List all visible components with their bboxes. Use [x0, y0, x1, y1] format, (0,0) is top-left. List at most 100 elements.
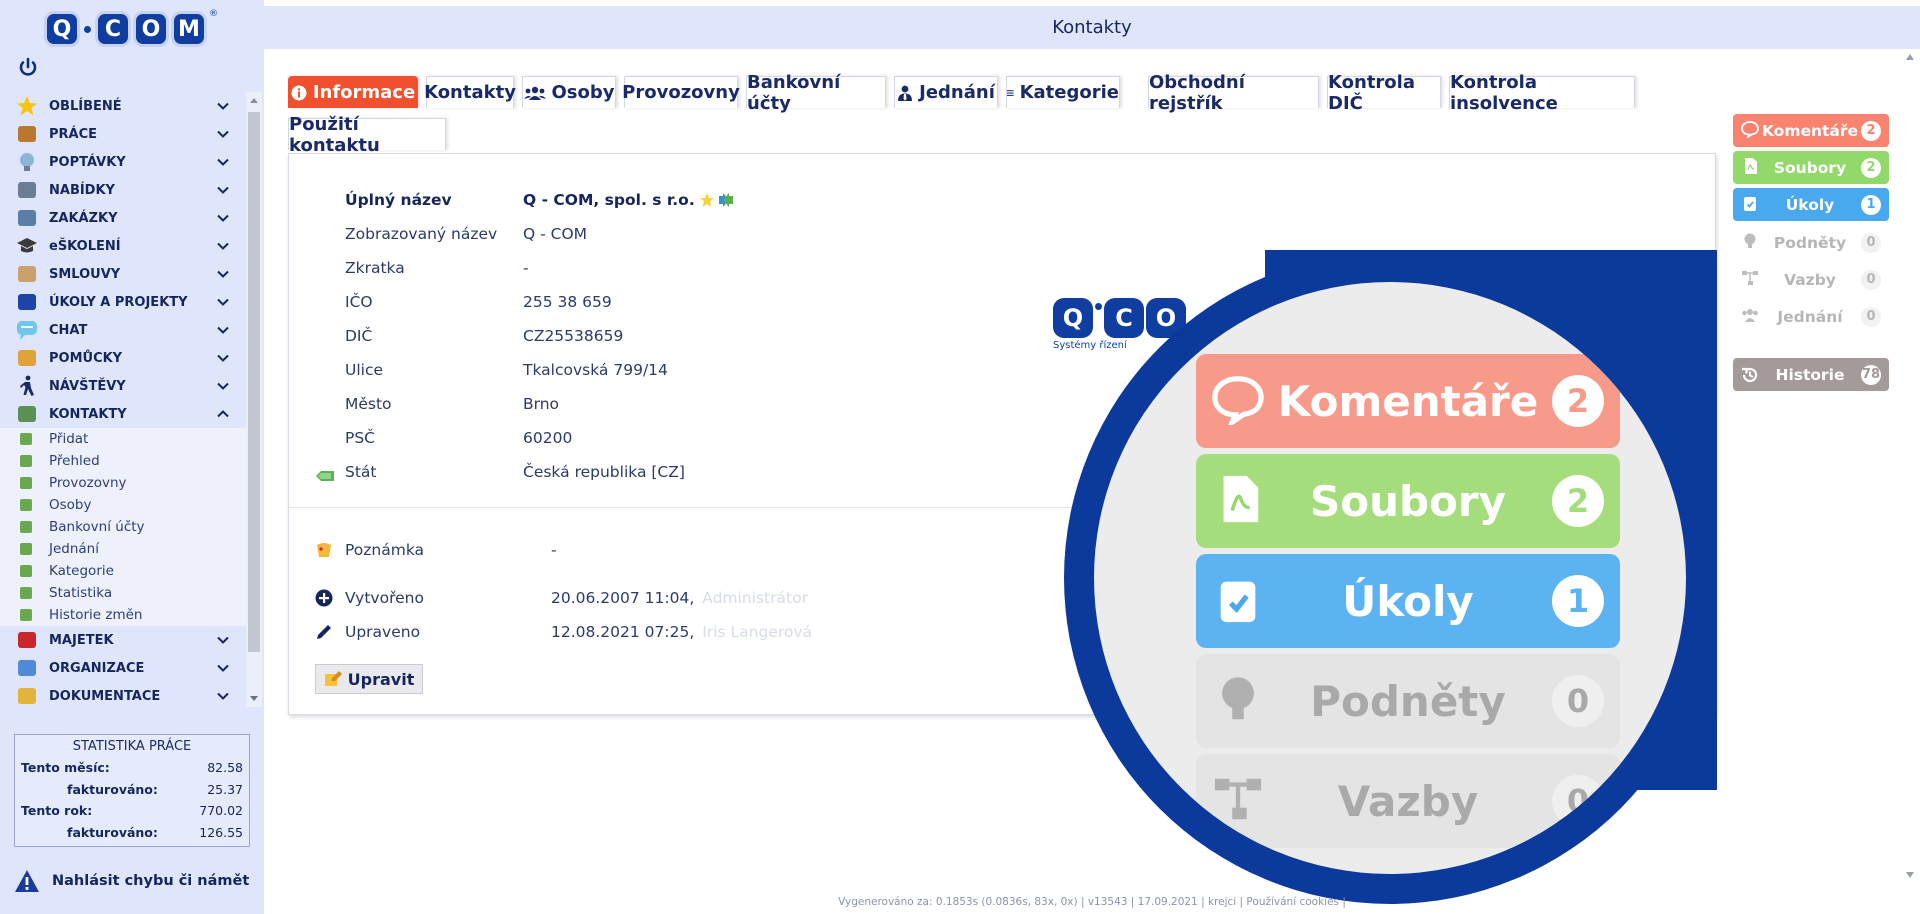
sidebar-item-label: CHAT: [49, 322, 88, 338]
field-row: Zobrazovaný název Q - COM: [345, 222, 587, 246]
sidebar-item-box[interactable]: POMŮCKY: [0, 344, 246, 372]
sidebar-subitem[interactable]: Přidat: [0, 428, 246, 450]
contact-card-icon: [20, 543, 32, 555]
toolbox-icon: [16, 207, 38, 229]
work-statistics: STATISTIKA PRÁCE Tento měsíc: 82.58 faktu…: [14, 734, 250, 847]
sidebar-item-walking-person[interactable]: NÁVŠTĚVY: [0, 372, 246, 400]
tab-kategorie[interactable]: Kategorie: [1006, 76, 1120, 108]
sidebar-item-tasks[interactable]: ÚKOLY A PROJEKTY: [0, 288, 246, 316]
tab-kontrola-dic[interactable]: Kontrola DIČ: [1327, 72, 1441, 114]
sidebar-item-label: OBLÍBENÉ: [49, 98, 122, 114]
tab-bankovni-ucty[interactable]: Bankovní účty: [746, 72, 886, 114]
tab-provozovny[interactable]: Provozovny: [622, 76, 740, 108]
tab-kontakty[interactable]: Kontakty: [424, 76, 516, 108]
sidebar-scrollbar[interactable]: [246, 92, 262, 707]
field-row: Stát Česká republika [CZ]: [345, 460, 685, 484]
field-label: Zobrazovaný název: [345, 225, 498, 243]
sidebar-item-handshake[interactable]: SMLOUVY: [0, 260, 246, 288]
sidebar-subitem[interactable]: Bankovní účty: [0, 516, 246, 538]
history-label: Historie: [1775, 365, 1845, 384]
side-button-hierarchy[interactable]: Vazby 0: [1733, 263, 1889, 296]
sidebar-item-label: ZAKÁZKY: [49, 210, 118, 226]
sidebar-item-clipboard[interactable]: NABÍDKY: [0, 176, 246, 204]
field-value: Q - COM: [523, 225, 588, 243]
sidebar-subitem[interactable]: Historie změn: [0, 604, 246, 626]
sidebar-subitem-label: Historie změn: [49, 607, 143, 623]
tab-kontrola-insolvence[interactable]: Kontrola insolvence: [1449, 72, 1635, 114]
report-bug-link[interactable]: Nahlásit chybu či námět: [14, 866, 249, 896]
sidebar-subitem[interactable]: Kategorie: [0, 560, 246, 582]
sidebar-item-label: NÁVŠTĚVY: [49, 378, 126, 394]
side-button-label: Komentáře: [1761, 121, 1859, 140]
chevron-down-icon: [217, 326, 229, 334]
page-scrollbar[interactable]: [1900, 50, 1920, 890]
star-icon: [16, 95, 38, 117]
updated-user[interactable]: Iris Langerová: [702, 623, 812, 641]
side-button-clipboard-check[interactable]: Úkoly 1: [1733, 188, 1889, 221]
note-value: -: [551, 541, 557, 559]
box-icon: [16, 347, 38, 369]
edit-button[interactable]: Upravit: [315, 664, 423, 694]
scrollbar-thumb[interactable]: [248, 112, 260, 652]
sidebar-subitem[interactable]: Přehled: [0, 450, 246, 472]
tab-informace[interactable]: Informace: [288, 76, 418, 108]
scroll-down-arrow-icon[interactable]: [249, 693, 259, 703]
tab-label: Informace: [312, 82, 416, 103]
hierarchy-icon: [1212, 773, 1264, 829]
history-button[interactable]: Historie 78: [1733, 358, 1889, 391]
sidebar-item-label: ÚKOLY A PROJEKTY: [49, 294, 188, 310]
chevron-down-icon: [217, 354, 229, 362]
sidebar-item-documents[interactable]: DOKUMENTACE: [0, 682, 246, 707]
tab-label: Obchodní rejstřík: [1149, 71, 1245, 114]
sidebar-item-armchair[interactable]: MAJETEK: [0, 626, 246, 654]
sidebar-item-graduation-cap[interactable]: eŠKOLENÍ: [0, 232, 246, 260]
side-button-count: 1: [1861, 194, 1881, 215]
sidebar-item-cube[interactable]: ORGANIZACE: [0, 654, 246, 682]
zoomed-button-count: 0: [1552, 775, 1604, 827]
power-icon[interactable]: [16, 56, 40, 80]
tab-pouziti-kontaktu[interactable]: Použití kontaktu: [288, 114, 446, 156]
warning-icon: [15, 870, 39, 892]
sidebar-subitem[interactable]: Statistika: [0, 582, 246, 604]
page-header: Kontakty: [264, 6, 1920, 49]
scroll-up-arrow-icon[interactable]: [249, 96, 259, 106]
sidebar-item-toolbox[interactable]: ZAKÁZKY: [0, 204, 246, 232]
qcom-logo[interactable]: Q C O M ®: [44, 9, 218, 49]
footer-text: Vygenerováno za: 0.1853s (0.0836s, 83x, …: [838, 896, 1346, 908]
side-button-pdf-file[interactable]: Soubory 2: [1733, 151, 1889, 184]
sidebar-item-label: PRÁCE: [49, 126, 98, 142]
tab-label: Osoby: [551, 82, 615, 103]
main-menu: OBLÍBENÉ PRÁCE POPTÁVKY NABÍDKY ZAKÁZKY …: [0, 92, 246, 707]
edit-button-label: Upravit: [347, 669, 415, 689]
sidebar-item-contact-card[interactable]: KONTAKTY: [0, 400, 246, 428]
tab-obchodni-rejstrik[interactable]: Obchodní rejstřík: [1148, 72, 1319, 114]
sidebar-subitem-label: Provozovny: [49, 475, 127, 491]
sidebar-item-chat[interactable]: CHAT: [0, 316, 246, 344]
info-icon: [291, 85, 307, 100]
country-flag-icon: [316, 471, 334, 481]
chevron-down-icon: [217, 214, 229, 222]
clipboard-check-icon: [1212, 573, 1264, 629]
zoomed-button-clipboard-check: Úkoly 1: [1196, 554, 1620, 648]
field-row: Zkratka -: [345, 256, 529, 280]
sidebar-item-label: SMLOUVY: [49, 266, 121, 282]
favorite-star-icon[interactable]: [699, 192, 735, 208]
sidebar-item-bulb[interactable]: POPTÁVKY: [0, 148, 246, 176]
field-label: Zkratka: [345, 259, 405, 277]
sidebar-subitem[interactable]: Jednání: [0, 538, 246, 560]
tab-osoby[interactable]: Osoby: [522, 76, 616, 108]
chevron-down-icon: [217, 102, 229, 110]
tab-jednani[interactable]: Jednání: [894, 76, 998, 108]
created-user[interactable]: Administrátor: [702, 589, 808, 607]
sidebar-subitem[interactable]: Provozovny: [0, 472, 246, 494]
contact-card-icon: [20, 433, 32, 445]
side-button-meeting[interactable]: Jednání 0: [1733, 300, 1889, 333]
sidebar-subitem[interactable]: Osoby: [0, 494, 246, 516]
sidebar-item-star[interactable]: OBLÍBENÉ: [0, 92, 246, 120]
sidebar-item-briefcase[interactable]: PRÁCE: [0, 120, 246, 148]
note-label: Poznámka: [345, 541, 425, 559]
contact-card-icon: [20, 521, 32, 533]
side-button-lightbulb[interactable]: Podněty 0: [1733, 226, 1889, 259]
zoomed-button-pdf-file: Soubory 2: [1196, 454, 1620, 548]
side-button-comment[interactable]: Komentáře 2: [1733, 114, 1889, 147]
